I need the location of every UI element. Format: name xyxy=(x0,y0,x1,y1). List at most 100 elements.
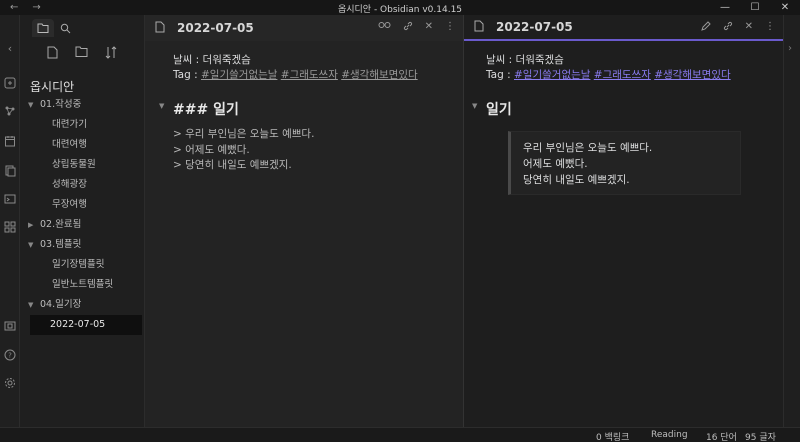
quote-line: > 당연히 내일도 예쁘겠지. xyxy=(173,159,292,171)
heading-source: ▼ ### 일기 xyxy=(159,99,453,119)
search-tab-icon[interactable] xyxy=(54,19,76,37)
tree-item-label: 01.작성중 xyxy=(40,99,82,110)
new-folder-icon[interactable] xyxy=(75,46,88,63)
editor-pane-reading: 2022-07-05 ✕ ⋮ 날씨 : 더워죽겠슴 Tag : #일기쓸거없는날… xyxy=(463,15,783,427)
link-icon[interactable] xyxy=(403,21,413,34)
char-count: 95 글자 xyxy=(745,433,776,442)
help-icon[interactable]: ? xyxy=(4,349,16,361)
file-item[interactable]: 일기장템플릿 xyxy=(20,255,145,275)
tree-item-label: 무장여행 xyxy=(52,199,87,210)
expand-right-sidebar-icon[interactable]: › xyxy=(788,43,792,54)
file-explorer-sidebar: 옵시디안 ▼ 01.작성중대련가기대련여행상립동물원성해광장무장여행 ▶ 02.완료됨… xyxy=(20,15,145,427)
close-pane-icon[interactable]: ✕ xyxy=(425,21,433,34)
svg-text:?: ? xyxy=(8,352,12,360)
file-item[interactable]: 일반노트템플릿 xyxy=(20,275,145,295)
editor-pane-source: 2022-07-05 ✕ ⋮ 날씨 : 더워죽겠슴 Tag : #일기쓸거없는날… xyxy=(145,15,463,427)
templates-icon[interactable] xyxy=(4,165,16,177)
slides-icon[interactable] xyxy=(4,221,16,233)
graph-view-icon[interactable] xyxy=(4,105,16,117)
tree-item-label: 상립동물원 xyxy=(52,159,96,170)
tag-link[interactable]: #생각해보면있다 xyxy=(341,69,417,81)
folder-item[interactable]: ▼ 01.작성중 xyxy=(20,95,145,115)
heading-rendered: ▼ 일기 xyxy=(472,99,773,119)
more-options-icon[interactable]: ⋮ xyxy=(445,21,455,34)
command-palette-icon[interactable] xyxy=(4,193,16,205)
quote-source-block: > 우리 부인님은 오늘도 예쁘다. > 어제도 예뻤다. > 당연히 내일도 … xyxy=(173,127,453,174)
chevron-down-icon[interactable]: ▼ xyxy=(28,95,33,115)
weather-line: 날씨 : 더워죽겠슴 xyxy=(173,54,251,66)
chevron-right-icon[interactable]: ▶ xyxy=(28,215,33,235)
file-item[interactable]: 성해광장 xyxy=(20,175,145,195)
tree-item-label: 성해광장 xyxy=(52,179,87,190)
file-item[interactable]: 상립동물원 xyxy=(20,155,145,175)
heading-text: ### 일기 xyxy=(173,102,239,118)
tree-item-label: 대련여행 xyxy=(52,139,87,150)
vault-name: 옵시디안 xyxy=(30,80,75,94)
tag-link[interactable]: #일기쓸거없는날 xyxy=(514,69,590,81)
file-tree: ▼ 01.작성중대련가기대련여행상립동물원성해광장무장여행 ▶ 02.완료됨 ▼ 03.템… xyxy=(20,95,145,335)
word-count: 16 단어 xyxy=(706,433,737,442)
tag-line: Tag : #일기쓸거없는날 #그래도쓰자 #생각해보면있다 xyxy=(173,68,453,83)
tag-link[interactable]: #일기쓸거없는날 xyxy=(201,69,277,81)
tree-item-label: 일기장템플릿 xyxy=(52,259,105,270)
settings-gear-icon[interactable] xyxy=(4,377,16,389)
quote-line: 어제도 예뻤다. xyxy=(523,158,588,170)
calendar-icon[interactable] xyxy=(4,135,16,147)
window-title: 옵시디안 - Obsidian v0.14.15 xyxy=(337,5,463,15)
source-content[interactable]: 날씨 : 더워죽겠슴 Tag : #일기쓸거없는날 #그래도쓰자 #생각해보면있… xyxy=(159,53,453,174)
fold-arrow-icon[interactable]: ▼ xyxy=(159,102,164,110)
fold-arrow-icon[interactable]: ▼ xyxy=(472,102,477,110)
chevron-down-icon[interactable]: ▼ xyxy=(28,235,33,255)
status-bar: 0 백링크 Reading 16 단어 95 글자 xyxy=(0,427,800,442)
view-mode[interactable]: Reading xyxy=(651,430,688,440)
heading-text: 일기 xyxy=(486,102,512,118)
new-note-icon[interactable] xyxy=(47,46,58,63)
folder-item[interactable]: ▼ 04.일기장 xyxy=(20,295,145,315)
file-item[interactable]: 무장여행 xyxy=(20,195,145,215)
vault-icon[interactable] xyxy=(4,320,16,332)
tree-item-label: 03.템플릿 xyxy=(40,239,82,250)
backlinks-count[interactable]: 0 백링크 xyxy=(596,430,629,442)
tag-prefix: Tag : xyxy=(173,69,201,81)
folder-item[interactable]: ▼ 03.템플릿 xyxy=(20,235,145,255)
file-icon xyxy=(474,20,488,35)
collapse-left-icon[interactable]: ‹ xyxy=(4,43,16,55)
quote-line: 당연히 내일도 예쁘겠지. xyxy=(523,174,630,186)
quote-line: > 어제도 예뻤다. xyxy=(173,143,250,156)
title-bar: ← → 옵시디안 - Obsidian v0.14.15 — ☐ ✕ xyxy=(0,0,800,15)
link-icon[interactable] xyxy=(723,21,733,34)
tag-line: Tag : #일기쓸거없는날 #그래도쓰자 #생각해보면있다 xyxy=(486,68,773,83)
folder-item[interactable]: ▶ 02.완료됨 xyxy=(20,215,145,235)
tree-item-label: 일반노트템플릿 xyxy=(52,279,114,290)
tree-item-label: 02.완료됨 xyxy=(40,219,82,230)
weather-line: 날씨 : 더워죽겠슴 xyxy=(486,54,564,66)
pane-header-active: 2022-07-05 ✕ ⋮ xyxy=(464,15,783,41)
pane-header: 2022-07-05 ✕ ⋮ xyxy=(145,15,463,41)
minimize-button[interactable]: — xyxy=(710,0,740,15)
ribbon: ‹ ? xyxy=(0,15,20,427)
quick-switcher-icon[interactable] xyxy=(4,77,16,89)
file-item[interactable]: 2022-07-05 xyxy=(30,315,142,335)
chevron-down-icon[interactable]: ▼ xyxy=(28,295,33,315)
tag-link[interactable]: #그래도쓰자 xyxy=(594,69,651,81)
pane-title: 2022-07-05 xyxy=(177,21,254,35)
close-window-button[interactable]: ✕ xyxy=(770,0,800,15)
quote-line: 우리 부인님은 오늘도 예쁘다. xyxy=(523,142,653,154)
file-item[interactable]: 대련가기 xyxy=(20,115,145,135)
file-icon xyxy=(155,21,169,36)
tag-link[interactable]: #생각해보면있다 xyxy=(654,69,730,81)
close-pane-icon[interactable]: ✕ xyxy=(745,21,753,34)
tree-item-label: 대련가기 xyxy=(52,119,87,130)
files-tab-folder-icon[interactable] xyxy=(32,19,54,37)
tree-item-label: 2022-07-05 xyxy=(50,319,106,330)
tag-link[interactable]: #그래도쓰자 xyxy=(281,69,338,81)
maximize-button[interactable]: ☐ xyxy=(740,0,770,15)
tree-item-label: 04.일기장 xyxy=(40,299,82,310)
edit-pencil-icon[interactable] xyxy=(700,21,711,34)
file-item[interactable]: 대련여행 xyxy=(20,135,145,155)
sort-order-icon[interactable] xyxy=(105,46,118,63)
more-options-icon[interactable]: ⋮ xyxy=(765,21,775,34)
reading-view-glasses-icon[interactable] xyxy=(378,21,391,34)
tag-prefix: Tag : xyxy=(486,69,514,81)
quote-line: > 우리 부인님은 오늘도 예쁘다. xyxy=(173,128,315,140)
